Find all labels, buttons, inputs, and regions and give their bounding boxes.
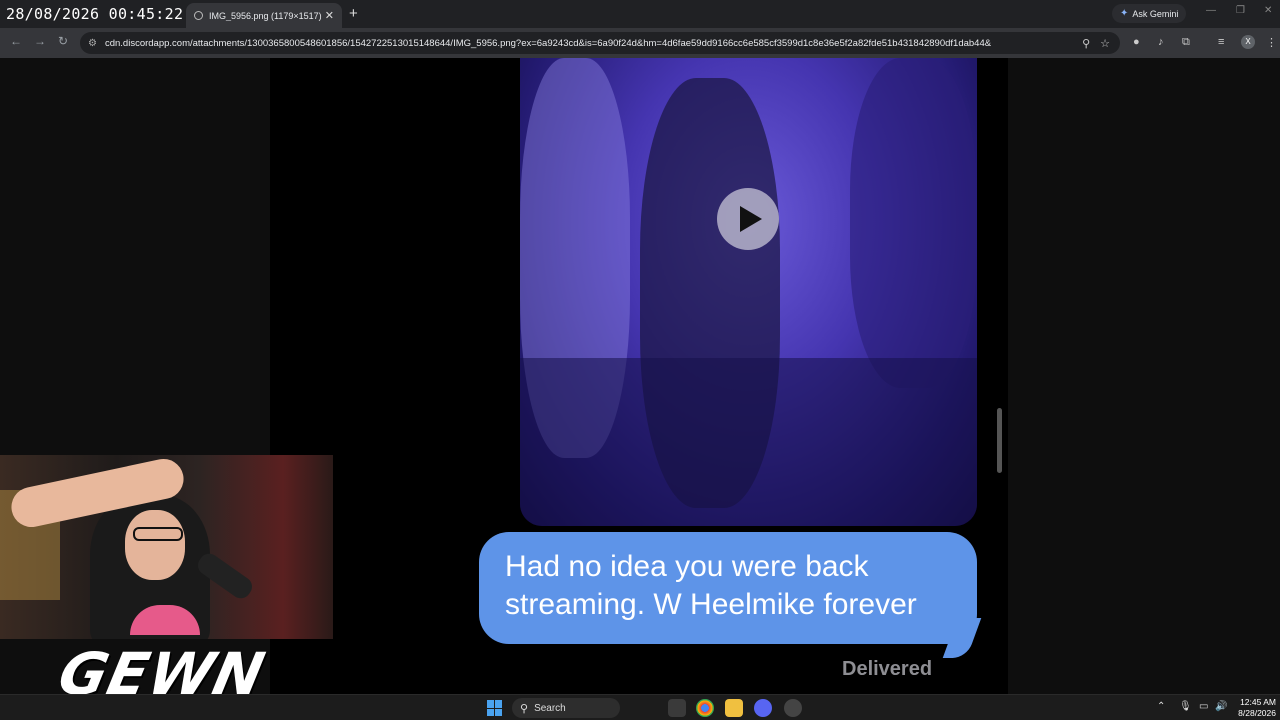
new-tab-button[interactable]: +	[349, 5, 358, 22]
gemini-icon: ✦	[1120, 8, 1129, 19]
chevron-up-icon[interactable]: ⌃	[1157, 701, 1165, 712]
network-icon[interactable]: ▭	[1199, 701, 1208, 712]
video-thumbnail[interactable]	[520, 58, 977, 526]
glasses	[133, 527, 183, 541]
message-text-line1: Had no idea you were back	[505, 550, 869, 583]
search-icon: ⚲	[520, 702, 529, 715]
search-label: Search	[534, 702, 566, 714]
ask-gemini-label: Ask Gemini	[1132, 8, 1179, 19]
clock-date: 8/28/2026	[1238, 708, 1276, 718]
menu-icon[interactable]: ⋮	[1266, 36, 1277, 49]
tab-title: IMG_5956.png (1179×1517)	[209, 10, 322, 21]
site-info-icon[interactable]: ⚙	[88, 38, 97, 49]
webcam-overlay	[0, 455, 333, 639]
zoom-icon[interactable]: ⚲	[1082, 37, 1090, 50]
bookmark-star-icon[interactable]: ☆	[1100, 37, 1110, 50]
microphone-icon[interactable]: 🎙	[1179, 701, 1192, 712]
read-aloud-icon[interactable]: ♪	[1158, 36, 1164, 48]
start-button[interactable]	[487, 700, 503, 716]
confetti-floor	[520, 358, 977, 526]
scrollbar-thumb[interactable]	[997, 408, 1002, 473]
restore-icon[interactable]: ❐	[1236, 5, 1245, 16]
streamer-face	[125, 510, 185, 580]
task-view-icon[interactable]	[668, 699, 686, 717]
message-bubble: Had no idea you were back streaming. W H…	[479, 532, 977, 644]
browser-tab[interactable]: IMG_5956.png (1179×1517) ✕	[186, 3, 342, 28]
windows-taskbar: ⚲ Search ⌃ 🎙 ▭ 🔊 12:45 AM 8/28/2026	[0, 694, 1280, 720]
tab-search-icon[interactable]: ≡	[1218, 36, 1224, 48]
minimize-icon[interactable]: —	[1206, 5, 1216, 16]
clock-time: 12:45 AM	[1240, 697, 1276, 707]
delivered-status: Delivered	[842, 658, 933, 680]
reload-icon[interactable]: ↻	[58, 34, 68, 48]
image-panel: Had no idea you were back streaming. W H…	[270, 58, 1008, 694]
window-close-icon[interactable]: ✕	[1264, 5, 1272, 16]
address-bar[interactable]: ⚙ cdn.discordapp.com/attachments/1300365…	[80, 32, 1120, 54]
play-icon	[739, 206, 762, 232]
url-text[interactable]: cdn.discordapp.com/attachments/130036580…	[105, 38, 1082, 49]
browser-tab-strip: 28/08/2026 00:45:22 IMG_5956.png (1179×1…	[0, 0, 1280, 28]
overlay-datetime: 28/08/2026 00:45:22	[6, 5, 184, 23]
forward-icon[interactable]: →	[34, 34, 46, 48]
ask-gemini-button[interactable]: ✦ Ask Gemini	[1112, 4, 1187, 23]
chrome-icon[interactable]	[696, 699, 714, 717]
extensions-puzzle-icon[interactable]: ⧉	[1182, 36, 1190, 49]
taskbar-clock[interactable]: 12:45 AM 8/28/2026	[1230, 697, 1276, 719]
browser-toolbar: ← → ↻ ⚙ cdn.discordapp.com/attachments/1…	[0, 28, 1280, 58]
play-button[interactable]	[717, 188, 779, 250]
message-text-line2: streaming. W Heelmike forever	[505, 588, 917, 621]
person-silhouette	[850, 58, 977, 388]
obs-icon[interactable]	[784, 699, 802, 717]
close-icon[interactable]: ✕	[325, 9, 334, 22]
extension-icon[interactable]: ●	[1133, 36, 1140, 48]
file-explorer-icon[interactable]	[725, 699, 743, 717]
discord-icon[interactable]	[754, 699, 772, 717]
profile-avatar[interactable]: X	[1241, 35, 1255, 49]
volume-icon[interactable]: 🔊	[1215, 701, 1227, 712]
taskbar-search[interactable]: ⚲ Search	[512, 698, 620, 718]
globe-icon	[194, 11, 203, 20]
back-icon[interactable]: ←	[10, 34, 22, 48]
